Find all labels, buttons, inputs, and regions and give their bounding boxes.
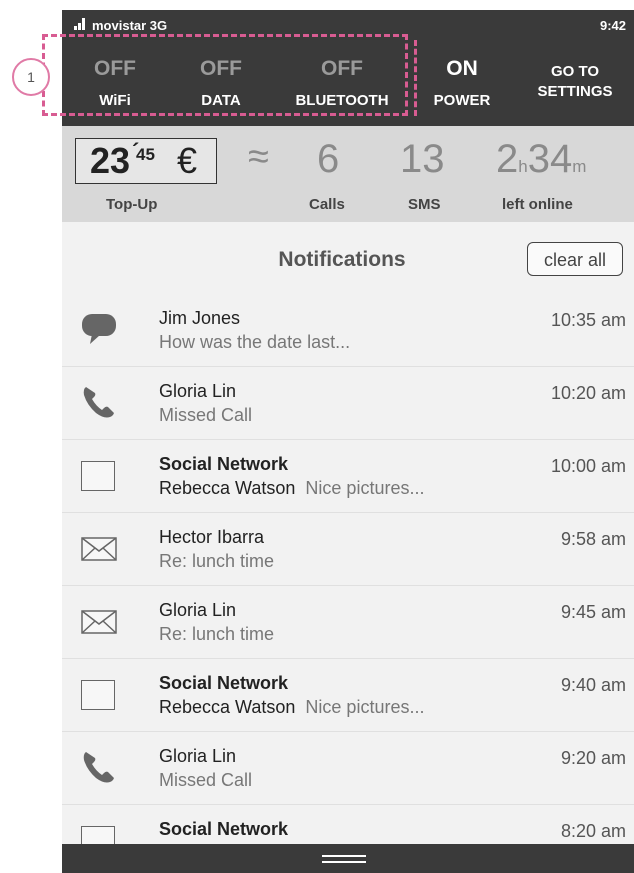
phone-screen: movistar 3G 9:42 OFF WiFi OFF DATA OFF B… (62, 10, 634, 873)
social-network-icon (81, 461, 115, 491)
topup-button[interactable]: 23 ´ 45 € (75, 138, 217, 184)
notification-text: Missed Call (159, 405, 253, 425)
signal-strength-icon (74, 18, 88, 30)
power-toggle[interactable]: ON POWER (424, 46, 500, 126)
balance-decimal: 45 (136, 145, 155, 164)
drag-handle-icon (322, 861, 366, 863)
settings-label-line1: GO TO (550, 63, 600, 80)
power-state: ON (446, 57, 478, 80)
notification-title: Gloria Lin (159, 381, 237, 401)
envelope-icon (81, 610, 117, 634)
notification-title: Social Network (159, 454, 289, 474)
power-label: POWER (433, 92, 491, 109)
notification-list: Jim Jones How was the date last... 10:35… (62, 294, 634, 873)
notification-text: Rebecca Watson Nice pictures... (159, 478, 425, 498)
annotation-highlight-box (42, 34, 408, 116)
list-item[interactable]: Social Network Rebecca Watson Nice pictu… (62, 659, 634, 732)
online-time-value: 2h34m (496, 137, 587, 181)
drag-handle-icon (322, 855, 366, 857)
carrier-name: movistar 3G (92, 18, 168, 33)
calls-value: 6 (317, 137, 340, 181)
notification-text: Missed Call (159, 770, 253, 790)
annotation-marker: 1 (12, 58, 50, 96)
notification-text: How was the date last... (159, 332, 351, 352)
balance-integer: 23 (90, 140, 131, 181)
notification-title: Social Network (159, 673, 289, 693)
notification-title: Jim Jones (159, 308, 241, 328)
list-item[interactable]: Gloria Lin Re: lunch time 9:45 am (62, 586, 634, 659)
list-item[interactable]: Jim Jones How was the date last... 10:35… (62, 294, 634, 367)
clear-all-button[interactable]: clear all (527, 242, 623, 276)
balance-currency: € (177, 140, 198, 181)
list-item[interactable]: Gloria Lin Missed Call 9:20 am (62, 732, 634, 805)
calls-label: Calls (309, 196, 345, 213)
notification-time: 10:20 am (550, 383, 626, 403)
sms-value: 13 (400, 137, 445, 181)
list-item[interactable]: Social Network Rebecca Watson Nice pictu… (62, 440, 634, 513)
envelope-icon (81, 537, 117, 561)
notification-title: Social Network (159, 819, 289, 839)
notifications-header: Notifications clear all (62, 222, 634, 295)
chat-bubble-icon (82, 314, 116, 344)
notification-title: Hector Ibarra (159, 527, 265, 547)
notification-time: 10:00 am (550, 456, 626, 476)
online-label: left online (502, 196, 573, 213)
sms-label: SMS (408, 196, 441, 213)
notification-time: 10:35 am (550, 310, 626, 330)
credit-bar: 23 ´ 45 € Top-Up ≈ 6 Calls 13 SMS 2h34m … (62, 126, 634, 222)
notification-time: 9:40 am (560, 675, 626, 695)
notification-title: Gloria Lin (159, 746, 237, 766)
approx-symbol: ≈ (248, 136, 269, 178)
phone-icon (83, 387, 114, 418)
annotation-divider (414, 40, 417, 116)
list-item[interactable]: Hector Ibarra Re: lunch time 9:58 am (62, 513, 634, 586)
notification-text: Re: lunch time (159, 551, 275, 571)
settings-label-line2: SETTINGS (537, 83, 613, 100)
topup-label: Top-Up (106, 196, 158, 213)
notification-text: Re: lunch time (159, 624, 275, 644)
notification-time: 9:58 am (560, 529, 626, 549)
social-network-icon (81, 680, 115, 710)
go-to-settings-button[interactable]: GO TO SETTINGS (520, 46, 630, 126)
notification-text: Rebecca Watson Nice pictures... (159, 697, 425, 717)
bottom-drag-bar[interactable] (62, 844, 634, 873)
notification-time: 9:45 am (560, 602, 626, 622)
phone-icon (83, 752, 114, 783)
notification-time: 8:20 am (560, 821, 626, 841)
notification-time: 9:20 am (560, 748, 626, 768)
status-clock: 9:42 (599, 18, 626, 33)
list-item[interactable]: Gloria Lin Missed Call 10:20 am (62, 367, 634, 440)
notification-title: Gloria Lin (159, 600, 237, 620)
